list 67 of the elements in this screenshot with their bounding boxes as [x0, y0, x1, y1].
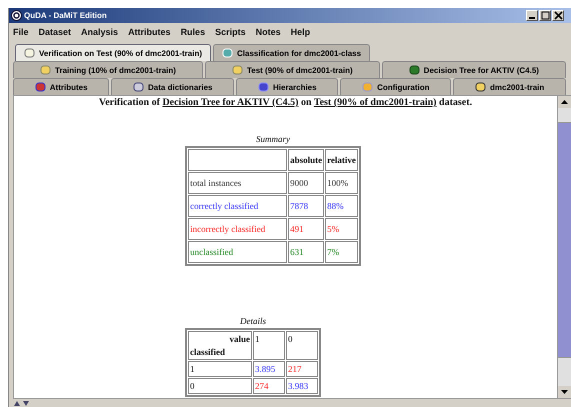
table-cell: 217: [286, 361, 318, 377]
maximize-icon: [540, 11, 550, 20]
tab-icon: [40, 65, 52, 75]
tab-icon: [475, 82, 486, 92]
tab-icon: [34, 82, 46, 92]
row-header: 1: [188, 361, 252, 377]
table-cell: total instances: [188, 172, 288, 194]
tab-icon: [222, 48, 234, 58]
column-header: 0: [286, 331, 318, 360]
tab[interactable]: Data dictionaries: [111, 78, 234, 95]
tab[interactable]: Test (90% of dmc2001-train): [204, 61, 380, 78]
tab[interactable]: Hierarchies: [236, 78, 338, 95]
tab[interactable]: Decision Tree for AKTIV (C4.5): [382, 61, 566, 78]
tab[interactable]: Attributes: [13, 78, 110, 95]
scroll-thumb[interactable]: [558, 123, 571, 357]
tab-icon: [258, 82, 269, 92]
menu-item[interactable]: Scripts: [215, 27, 246, 37]
tab[interactable]: Training (10% of dmc2001-train): [13, 61, 203, 78]
minimize-button[interactable]: [526, 10, 538, 21]
dataset-link[interactable]: Test (90% of dmc2001-train): [314, 97, 437, 108]
row-header: 0: [188, 378, 252, 394]
table-cell: correctly classified: [188, 195, 288, 217]
table-caption: Summary: [256, 134, 290, 144]
table-cell: unclassified: [188, 241, 288, 263]
splitter-arrows-icon[interactable]: [13, 399, 31, 407]
scrollbar[interactable]: [557, 96, 571, 398]
menu-item[interactable]: Notes: [256, 27, 281, 37]
tab-icon: [232, 65, 243, 75]
table-cell: 7%: [325, 241, 358, 263]
menu-item[interactable]: Attributes: [128, 27, 171, 37]
table-cell: 274: [253, 378, 285, 394]
table-cell: 631: [288, 241, 324, 263]
app-icon: [11, 10, 22, 21]
model-link[interactable]: Decision Tree for AKTIV (C4.5): [162, 97, 298, 108]
window-title: QuDA - DaMiT Edition: [24, 11, 108, 20]
table-cell: 9000: [288, 172, 324, 194]
table-cell: 3.895: [253, 361, 285, 377]
tab[interactable]: Verification on Test (90% of dmc2001-train): [15, 44, 212, 61]
close-icon: [554, 11, 562, 20]
menu-item[interactable]: Analysis: [81, 27, 118, 37]
tab-icon: [362, 82, 374, 92]
table-caption: Details: [240, 316, 266, 326]
menu-item[interactable]: Help: [290, 27, 310, 37]
column-header: 1: [253, 331, 285, 360]
table-cell: 100%: [325, 172, 358, 194]
tab-icon: [408, 65, 420, 75]
close-button[interactable]: [552, 10, 564, 21]
table-cell: 491: [288, 218, 324, 240]
report-heading: Verification of Decision Tree for AKTIV (C4.5) on Test (90% of dmc2001-train) dataset.: [98, 97, 474, 108]
tab-icon: [133, 82, 144, 92]
tab-icon: [24, 48, 35, 58]
table-cell: 7878: [288, 195, 324, 217]
table-cell: 88%: [325, 195, 358, 217]
table-cell: 5%: [325, 218, 358, 240]
row-header: classified: [190, 347, 226, 357]
tab[interactable]: Configuration: [340, 78, 452, 95]
maximize-button[interactable]: [539, 10, 551, 21]
column-header: relative: [325, 149, 358, 171]
column-header: value: [228, 334, 250, 344]
menu-item[interactable]: Rules: [180, 27, 206, 37]
table-cell: 3.983: [286, 378, 318, 394]
menu-item[interactable]: Dataset: [38, 27, 72, 37]
menu-item[interactable]: File: [13, 27, 29, 37]
tab[interactable]: dmc2001-train: [453, 78, 566, 95]
table-cell: incorrectly classified: [188, 218, 288, 240]
tab[interactable]: Classification for dmc2001-class: [213, 44, 370, 61]
column-header: absolute: [288, 149, 324, 171]
